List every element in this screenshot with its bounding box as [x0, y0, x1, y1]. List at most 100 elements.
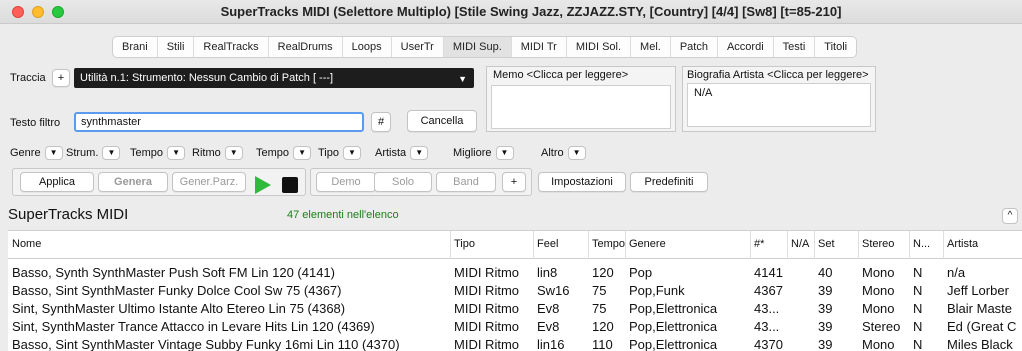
filter-dropdown-altro[interactable]: Altro ▼ [541, 146, 586, 160]
track-select-value: Utilità n.1: Strumento: Nessun Cambio di… [80, 72, 334, 84]
tab-accordi[interactable]: Accordi [718, 37, 774, 57]
table-row[interactable]: Sint, SynthMaster Trance Attacco in Leva… [8, 317, 1022, 336]
tab-realdrums[interactable]: RealDrums [269, 37, 343, 57]
bio-label[interactable]: Biografia Artista <Clicca per leggere> [687, 69, 875, 81]
tab-testi[interactable]: Testi [774, 37, 816, 57]
table-row[interactable]: Sint, SynthMaster Ultimo Istante Alto Et… [8, 299, 1022, 318]
filter-dropdown-strum[interactable]: Strum. ▼ [66, 146, 121, 160]
table-row[interactable]: Basso, Sint SynthMaster Funky Dolce Cool… [8, 281, 1022, 300]
chevron-down-icon[interactable]: ▼ [224, 146, 243, 160]
tab-stili[interactable]: Stili [158, 37, 195, 57]
column-divider[interactable] [943, 231, 944, 259]
column-divider[interactable] [814, 231, 815, 259]
chevron-down-icon[interactable]: ▼ [410, 146, 429, 160]
filter-dropdown-label: Altro [541, 147, 564, 159]
table-row[interactable]: Basso, Sint SynthMaster Vintage Subby Fu… [8, 335, 1022, 351]
column-header[interactable]: Tipo [454, 238, 475, 250]
apply-button[interactable]: Applica [20, 172, 94, 192]
table-cell: MIDI Ritmo [454, 265, 519, 280]
column-header[interactable]: Set [818, 238, 835, 250]
tab-patch[interactable]: Patch [671, 37, 718, 57]
column-header[interactable]: N/A [791, 238, 809, 250]
table-cell: MIDI Ritmo [454, 319, 519, 334]
settings-button[interactable]: Impostazioni [538, 172, 626, 192]
column-header[interactable]: Tempo [592, 238, 625, 250]
cancel-button[interactable]: Cancella [407, 110, 477, 132]
table-cell: Miles Black [947, 337, 1013, 351]
column-header[interactable]: Artista [947, 238, 978, 250]
table-cell: Ev8 [537, 319, 560, 334]
solo-button[interactable]: Solo [374, 172, 432, 192]
column-header[interactable]: Genere [629, 238, 666, 250]
column-divider[interactable] [625, 231, 626, 259]
tab-usertr[interactable]: UserTr [392, 37, 444, 57]
column-divider[interactable] [750, 231, 751, 259]
window: SuperTracks MIDI (Selettore Multiplo) [S… [0, 0, 1022, 351]
filter-dropdown-tipo[interactable]: Tipo ▼ [318, 146, 361, 160]
filter-dropdown-genre[interactable]: Genre ▼ [10, 146, 63, 160]
filter-dropdown-label: Tempo [256, 147, 290, 159]
play-icon[interactable] [255, 176, 271, 194]
table-cell: Pop [629, 265, 653, 280]
column-divider[interactable] [909, 231, 910, 259]
track-select[interactable]: Utilità n.1: Strumento: Nessun Cambio di… [74, 68, 474, 88]
column-divider[interactable] [533, 231, 534, 259]
tab-bar: Brani Stili RealTracks RealDrums Loops UserTr… [112, 36, 858, 58]
filter-dropdown-tempo[interactable]: Tempo ▼ [130, 146, 186, 160]
table-cell: N [913, 283, 923, 298]
chevron-down-icon[interactable]: ▼ [343, 146, 361, 160]
tab-mel[interactable]: Mel. [631, 37, 671, 57]
filter-dropdown-migliore[interactable]: Migliore ▼ [453, 146, 514, 160]
filter-dropdown-label: Genre [10, 147, 41, 159]
collapse-icon[interactable]: ^ [1002, 208, 1018, 224]
filter-dropdown-artista[interactable]: Artista ▼ [375, 146, 429, 160]
tab-titoli[interactable]: Titoli [815, 37, 856, 57]
column-divider[interactable] [588, 231, 589, 259]
table-cell: N [913, 337, 923, 351]
column-header[interactable]: Nome [12, 238, 41, 250]
column-divider[interactable] [787, 231, 788, 259]
chevron-down-icon[interactable]: ▼ [102, 146, 121, 160]
stop-icon[interactable] [282, 177, 298, 193]
table-cell: lin16 [537, 337, 565, 351]
table-cell: 39 [818, 337, 833, 351]
tab-midi-tr[interactable]: MIDI Tr [512, 37, 567, 57]
tab-realtracks[interactable]: RealTracks [194, 37, 269, 57]
table-cell: Pop,Funk [629, 283, 685, 298]
filter-dropdown-tempo[interactable]: Tempo ▼ [256, 146, 312, 160]
tab-midi-sol[interactable]: MIDI Sol. [567, 37, 632, 57]
band-button[interactable]: Band [436, 172, 496, 192]
chevron-down-icon[interactable]: ▼ [495, 146, 514, 160]
filter-input[interactable]: synthmaster [74, 112, 364, 132]
column-header[interactable]: #* [754, 238, 764, 250]
chevron-down-icon[interactable]: ▼ [293, 146, 312, 160]
table-cell: 39 [818, 283, 833, 298]
table-cell: MIDI Ritmo [454, 283, 519, 298]
column-header[interactable]: N... [913, 238, 930, 250]
item-count: 47 elementi nell'elenco [287, 209, 399, 221]
generate-partial-button[interactable]: Gener.Parz. [172, 172, 246, 192]
filter-dropdown-ritmo[interactable]: Ritmo ▼ [192, 146, 243, 160]
tab-brani[interactable]: Brani [113, 37, 158, 57]
table-row[interactable]: Basso, Synth SynthMaster Push Soft FM Li… [8, 263, 1022, 282]
defaults-button[interactable]: Predefiniti [630, 172, 708, 192]
column-divider[interactable] [450, 231, 451, 259]
title-bar: SuperTracks MIDI (Selettore Multiplo) [S… [0, 0, 1022, 24]
tab-loops[interactable]: Loops [343, 37, 392, 57]
memo-label[interactable]: Memo <Clicca per leggere> [493, 69, 628, 81]
add-track-button[interactable]: + [52, 69, 70, 87]
demo-button[interactable]: Demo [316, 172, 376, 192]
chevron-down-icon[interactable]: ▼ [167, 146, 186, 160]
add-button[interactable]: + [502, 172, 526, 192]
memo-text [491, 85, 671, 129]
chevron-down-icon[interactable]: ▼ [44, 146, 63, 160]
generate-button[interactable]: Genera [98, 172, 168, 192]
table-cell: Basso, Sint SynthMaster Funky Dolce Cool… [12, 283, 342, 298]
column-divider[interactable] [858, 231, 859, 259]
hash-button[interactable]: # [371, 112, 391, 132]
chevron-down-icon[interactable]: ▼ [567, 146, 586, 160]
window-title: SuperTracks MIDI (Selettore Multiplo) [S… [220, 4, 842, 19]
column-header[interactable]: Stereo [862, 238, 894, 250]
tab-midi-sup[interactable]: MIDI Sup. [443, 37, 512, 57]
column-header[interactable]: Feel [537, 238, 558, 250]
